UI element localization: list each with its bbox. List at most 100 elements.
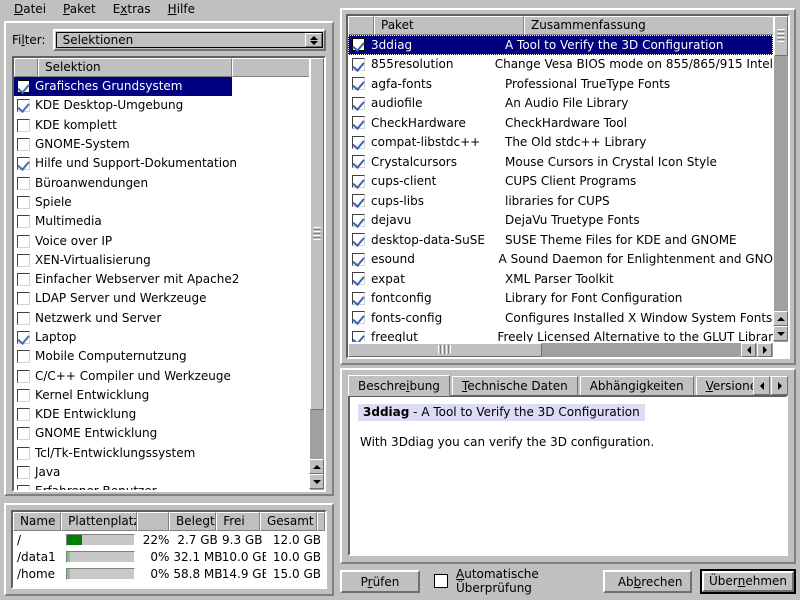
package-header-check[interactable]: [348, 16, 374, 35]
scroll-up-button[interactable]: [773, 311, 788, 326]
package-row-checkbox[interactable]: [352, 136, 365, 149]
scroll-down-button[interactable]: [309, 474, 324, 489]
selection-row-checkbox[interactable]: [17, 485, 30, 490]
package-row-checkbox[interactable]: [352, 233, 365, 246]
selection-header-check[interactable]: [14, 58, 38, 77]
selection-row-checkbox[interactable]: [17, 331, 30, 344]
package-row-checkbox[interactable]: [352, 331, 365, 342]
package-row[interactable]: expatXML Parser Toolkit: [348, 269, 773, 289]
selection-row-checkbox[interactable]: [17, 466, 30, 479]
package-row[interactable]: desktop-data-SuSESUSE Theme Files for KD…: [348, 230, 773, 250]
selection-row-checkbox[interactable]: [17, 447, 30, 460]
selection-row[interactable]: Tcl/Tk-Entwicklungssystem: [14, 444, 309, 463]
disk-header-used[interactable]: Belegt: [169, 512, 216, 531]
tab-technische-daten[interactable]: Technische Daten: [452, 376, 578, 396]
menu-extras[interactable]: Extras: [105, 1, 160, 18]
selection-row[interactable]: Multimedia: [14, 212, 309, 231]
package-row-checkbox[interactable]: [352, 77, 365, 90]
selection-row[interactable]: KDE komplett: [14, 116, 309, 135]
selection-row[interactable]: Einfacher Webserver mit Apache2: [14, 270, 309, 289]
selection-row[interactable]: Spiele: [14, 193, 309, 212]
package-row[interactable]: CheckHardwareCheckHardware Tool: [348, 113, 773, 133]
package-row[interactable]: compat-libstdc++The Old stdc++ Library: [348, 133, 773, 153]
disk-usage-row[interactable]: /home0%58.8 MB14.9 GB15.0 GB: [13, 565, 325, 582]
package-row-checkbox[interactable]: [352, 311, 365, 324]
package-row-checkbox[interactable]: [352, 97, 365, 110]
tab-scroll-right-button[interactable]: [771, 376, 788, 395]
accept-button[interactable]: Übernehmen: [700, 569, 796, 594]
selection-row[interactable]: KDE Entwicklung: [14, 405, 309, 424]
package-row[interactable]: esoundA Sound Daemon for Enlightenment a…: [348, 250, 773, 270]
selection-row-checkbox[interactable]: [17, 119, 30, 132]
package-row-checkbox[interactable]: [352, 272, 365, 285]
selection-row-checkbox[interactable]: [17, 292, 30, 305]
selection-row[interactable]: Mobile Computernutzung: [14, 347, 309, 366]
package-list-vscrollbar[interactable]: [773, 16, 788, 342]
package-row[interactable]: 855resolutionChange Vesa BIOS mode on 85…: [348, 55, 773, 75]
selection-row[interactable]: Voice over IP: [14, 231, 309, 250]
scroll-left-button[interactable]: [741, 343, 756, 357]
selection-row[interactable]: GNOME Entwicklung: [14, 424, 309, 443]
package-row-checkbox[interactable]: [352, 214, 365, 227]
selection-row[interactable]: Java: [14, 463, 309, 482]
selection-list[interactable]: Selektion Grafisches GrundsystemKDE Desk…: [12, 56, 326, 492]
selection-row-checkbox[interactable]: [17, 273, 30, 286]
selection-row[interactable]: Hilfe und Support-Dokumentation: [14, 154, 309, 173]
selection-row[interactable]: Erfahrener Benutzer: [14, 482, 309, 490]
selection-row-checkbox[interactable]: [17, 427, 30, 440]
selection-row[interactable]: LDAP Server und Werkzeuge: [14, 289, 309, 308]
disk-header-space[interactable]: Plattenplatz: [61, 512, 137, 531]
selection-row-checkbox[interactable]: [17, 350, 30, 363]
package-row-checkbox[interactable]: [352, 175, 365, 188]
disk-usage-row[interactable]: /22%2.7 GB9.3 GB12.0 GB: [13, 531, 325, 548]
disk-header-name[interactable]: Name: [13, 512, 61, 531]
cancel-button[interactable]: Abbrechen: [603, 570, 692, 593]
filter-combobox-arrow[interactable]: [305, 33, 322, 47]
disk-header-extra[interactable]: [317, 512, 325, 531]
scroll-right-button[interactable]: [757, 343, 772, 357]
scrollbar-thumb[interactable]: [310, 58, 324, 410]
selection-header-name[interactable]: Selektion: [38, 58, 232, 77]
selection-row-checkbox[interactable]: [17, 235, 30, 248]
selection-row-checkbox[interactable]: [17, 312, 30, 325]
selection-row-checkbox[interactable]: [17, 408, 30, 421]
selection-row-checkbox[interactable]: [17, 138, 30, 151]
disk-header-free[interactable]: Frei: [216, 512, 260, 531]
selection-row[interactable]: Kernel Entwicklung: [14, 386, 309, 405]
package-row[interactable]: CrystalcursorsMouse Cursors in Crystal I…: [348, 152, 773, 172]
disk-header-total[interactable]: Gesamt: [260, 512, 317, 531]
package-row-checkbox[interactable]: [352, 38, 365, 51]
menu-hilfe[interactable]: Hilfe: [160, 1, 204, 18]
package-row-checkbox[interactable]: [352, 155, 365, 168]
package-header-summary[interactable]: Zusammenfassung: [524, 16, 788, 35]
selection-row-checkbox[interactable]: [17, 80, 30, 93]
package-row-checkbox[interactable]: [352, 253, 365, 266]
package-row[interactable]: 3ddiagA Tool to Verify the 3D Configurat…: [348, 35, 773, 55]
menu-datei[interactable]: Datei: [6, 1, 55, 18]
package-row[interactable]: agfa-fontsProfessional TrueType Fonts: [348, 74, 773, 94]
package-row[interactable]: cups-libslibraries for CUPS: [348, 191, 773, 211]
selection-row-checkbox[interactable]: [17, 99, 30, 112]
package-row[interactable]: fonts-configConfigures Installed X Windo…: [348, 308, 773, 328]
selection-row[interactable]: C/C++ Compiler und Werkzeuge: [14, 366, 309, 385]
scrollbar-trough[interactable]: [774, 16, 788, 342]
selection-row[interactable]: KDE Desktop-Umgebung: [14, 96, 309, 115]
package-row-checkbox[interactable]: [352, 58, 365, 71]
package-list[interactable]: Paket Zusammenfassung 3ddiagA Tool to Ve…: [346, 14, 790, 359]
package-row-checkbox[interactable]: [352, 292, 365, 305]
selection-row[interactable]: GNOME-System: [14, 135, 309, 154]
package-row-checkbox[interactable]: [352, 116, 365, 129]
selection-row-checkbox[interactable]: [17, 196, 30, 209]
package-header-name[interactable]: Paket: [374, 16, 524, 35]
disk-usage-table[interactable]: Name Plattenplatz Belegt Frei Gesamt /22…: [11, 510, 327, 589]
check-button[interactable]: Prüfen: [340, 570, 420, 593]
filter-combobox[interactable]: Selektionen: [53, 29, 326, 51]
tab-beschreibung[interactable]: Beschreibung: [348, 375, 450, 396]
package-row[interactable]: audiofileAn Audio File Library: [348, 94, 773, 114]
selection-row[interactable]: Büroanwendungen: [14, 173, 309, 192]
selection-row[interactable]: Grafisches Grundsystem: [14, 77, 309, 96]
scroll-up-button[interactable]: [309, 459, 324, 474]
autocheck-checkbox[interactable]: [434, 574, 448, 588]
tab-abhaengigkeiten[interactable]: Abhängigkeiten: [580, 376, 694, 396]
selection-list-scrollbar[interactable]: [309, 58, 324, 490]
